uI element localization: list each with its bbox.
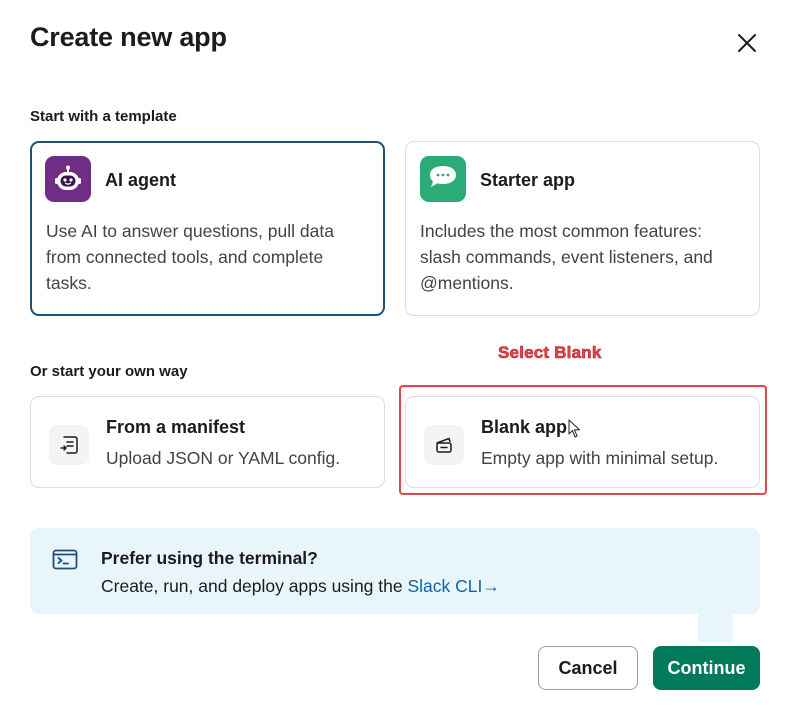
template-description: Use AI to answer questions, pull data fr… bbox=[46, 221, 334, 293]
arrow-right-icon: → bbox=[482, 576, 500, 596]
banner-text: Create, run, and deploy apps using the S… bbox=[101, 576, 500, 597]
close-icon bbox=[738, 34, 756, 52]
blank-app-icon bbox=[424, 425, 464, 465]
close-button[interactable] bbox=[732, 28, 762, 58]
option-card-blank-app[interactable]: Blank app Empty app with minimal setup. bbox=[405, 396, 760, 488]
option-name: Blank app bbox=[481, 417, 568, 437]
terminal-banner: Prefer using the terminal? Create, run, … bbox=[30, 528, 760, 614]
option-description: Upload JSON or YAML config. bbox=[106, 448, 341, 468]
tooltip-remnant bbox=[698, 614, 733, 642]
template-section-heading: Start with a template bbox=[30, 108, 177, 125]
robot-icon bbox=[45, 156, 91, 202]
annotation-label: Select Blank bbox=[498, 343, 602, 363]
option-card-from-manifest[interactable]: From a manifest Upload JSON or YAML conf… bbox=[30, 396, 385, 488]
banner-body-text: Create, run, and deploy apps using the bbox=[101, 576, 408, 596]
dialog-title: Create new app bbox=[30, 22, 227, 52]
slack-cli-link[interactable]: Slack CLI→ bbox=[407, 576, 499, 596]
template-card-ai-agent[interactable]: AI agent Use AI to answer questions, pul… bbox=[30, 141, 385, 316]
chat-bubble-icon bbox=[420, 156, 466, 202]
slack-cli-link-label: Slack CLI bbox=[407, 576, 483, 596]
option-description: Empty app with minimal setup. bbox=[481, 448, 719, 468]
template-name: Starter app bbox=[480, 170, 576, 190]
create-app-dialog: Create new app Start with a template AI … bbox=[0, 0, 792, 716]
template-name: AI agent bbox=[105, 170, 177, 190]
cancel-button[interactable]: Cancel bbox=[538, 646, 638, 690]
mouse-cursor-icon bbox=[568, 419, 581, 438]
own-way-section-heading: Or start your own way bbox=[30, 363, 188, 380]
option-name: From a manifest bbox=[106, 417, 246, 437]
manifest-icon bbox=[49, 425, 89, 465]
continue-button[interactable]: Continue bbox=[653, 646, 760, 690]
template-description: Includes the most common features: slash… bbox=[420, 221, 713, 293]
template-card-starter-app[interactable]: Starter app Includes the most common fea… bbox=[405, 141, 760, 316]
terminal-icon bbox=[52, 549, 78, 570]
banner-title: Prefer using the terminal? bbox=[101, 548, 318, 568]
